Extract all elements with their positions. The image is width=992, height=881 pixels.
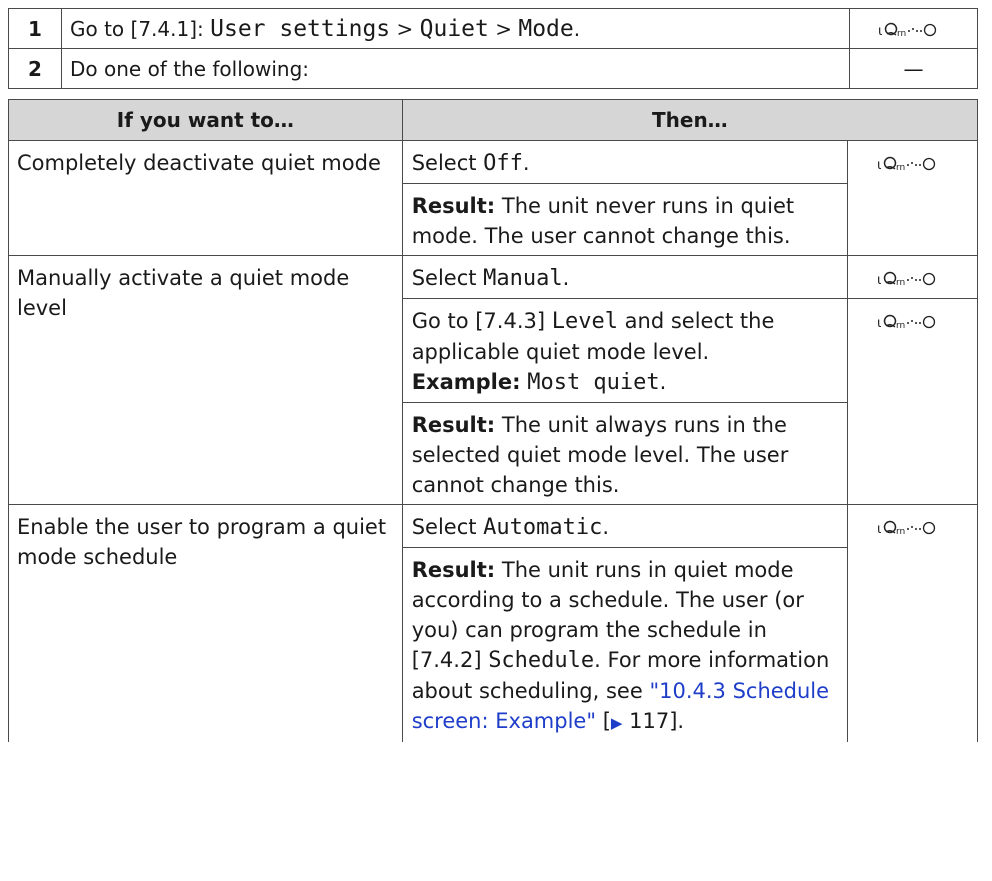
remote-controller-icon: ɩ rn (877, 312, 949, 332)
option-manual: Manual (483, 266, 563, 291)
option-automatic: Automatic (483, 515, 603, 540)
icon-cell: ɩ rn (847, 255, 978, 299)
want-text: Manually activate a quiet mode level (8, 255, 403, 505)
remote-controller-icon: ɩ rn (877, 154, 949, 174)
path-separator: > (488, 16, 519, 41)
option-most-quiet: Most quiet (527, 370, 660, 395)
action-pre: Select (411, 151, 484, 175)
action-post: . (562, 266, 570, 290)
svg-text:rn: rn (896, 278, 905, 288)
result-label: Result: (411, 558, 496, 582)
action-post: . (522, 151, 530, 175)
menu-path-user-settings: User settings (210, 15, 391, 42)
steps-table: 1 Go to [7.4.1]: User settings > Quiet >… (8, 8, 978, 89)
step-number: 2 (8, 48, 62, 89)
action-text: Select Automatic. (401, 504, 849, 548)
svg-text:rn: rn (896, 321, 905, 331)
action-post: . (602, 515, 610, 539)
action-pre: Go to [7.4.3] (411, 309, 552, 333)
page-ref-number: 117 (622, 709, 670, 733)
step-number: 1 (8, 8, 62, 49)
action-text: Select Off. (401, 140, 849, 184)
step-text: Go to [7.4.1]: User settings > Quiet > M… (61, 8, 850, 49)
remote-controller-icon: ɩ rn (877, 269, 949, 289)
svg-text:ɩ: ɩ (877, 316, 881, 331)
header-if-you-want: If you want to… (8, 99, 403, 141)
option-off: Off (483, 151, 523, 176)
svg-text:rn: rn (897, 29, 906, 39)
option-level: Level (551, 309, 618, 334)
result-text: Result: The unit runs in quiet mode acco… (401, 547, 849, 742)
option-schedule: Schedule (488, 648, 595, 673)
step-icon-cell: ɩ rn (849, 8, 978, 49)
page-ref-arrow-icon: ▶ (610, 714, 623, 732)
step-suffix: . (573, 16, 581, 41)
svg-text:ɩ: ɩ (877, 273, 881, 288)
action-text: Go to [7.4.3] Level and select the appli… (401, 298, 849, 403)
step-row: 2 Do one of the following: — (8, 48, 978, 89)
icon-cell: ɩ rn (847, 298, 978, 505)
svg-text:ɩ: ɩ (877, 522, 881, 537)
example-post: . (659, 370, 667, 394)
path-separator: > (390, 16, 420, 41)
svg-text:rn: rn (896, 163, 905, 173)
icon-cell: ɩ rn (847, 504, 978, 742)
table-row: Completely deactivate quiet mode Select … (8, 140, 978, 256)
result-text: Result: The unit never runs in quiet mod… (401, 183, 849, 256)
step-row: 1 Go to [7.4.1]: User settings > Quiet >… (8, 8, 978, 49)
quiet-mode-table: If you want to… Then… Completely deactiv… (8, 99, 979, 742)
table-row: Manually activate a quiet mode level Sel… (8, 255, 978, 505)
result-text: Result: The unit always runs in the sele… (401, 402, 849, 505)
result-label: Result: (411, 194, 496, 218)
header-then: Then… (401, 99, 979, 141)
action-pre: Select (411, 266, 484, 290)
svg-text:ɩ: ɩ (877, 158, 881, 173)
want-text: Enable the user to program a quiet mode … (8, 504, 403, 742)
step-prefix: Go to [7.4.1]: (70, 16, 211, 41)
want-text: Completely deactivate quiet mode (8, 140, 403, 256)
example-label: Example: (411, 370, 521, 394)
icon-cell: ɩ rn (847, 140, 978, 256)
svg-text:rn: rn (896, 527, 905, 537)
action-pre: Select (411, 515, 484, 539)
step-text: Do one of the following: (61, 48, 850, 89)
table-row: Enable the user to program a quiet mode … (8, 504, 978, 742)
svg-text:ɩ: ɩ (878, 24, 882, 39)
header-row: If you want to… Then… (8, 99, 979, 141)
remote-controller-icon: ɩ rn (877, 518, 949, 538)
remote-controller-icon: ɩ rn (878, 20, 950, 40)
action-text: Select Manual. (401, 255, 849, 299)
ref-close: ]. (669, 709, 685, 733)
result-label: Result: (411, 413, 496, 437)
step-dash: — (849, 48, 978, 89)
menu-path-quiet: Quiet (419, 15, 489, 42)
menu-path-mode: Mode (518, 15, 574, 42)
ref-open: [ (596, 709, 611, 733)
